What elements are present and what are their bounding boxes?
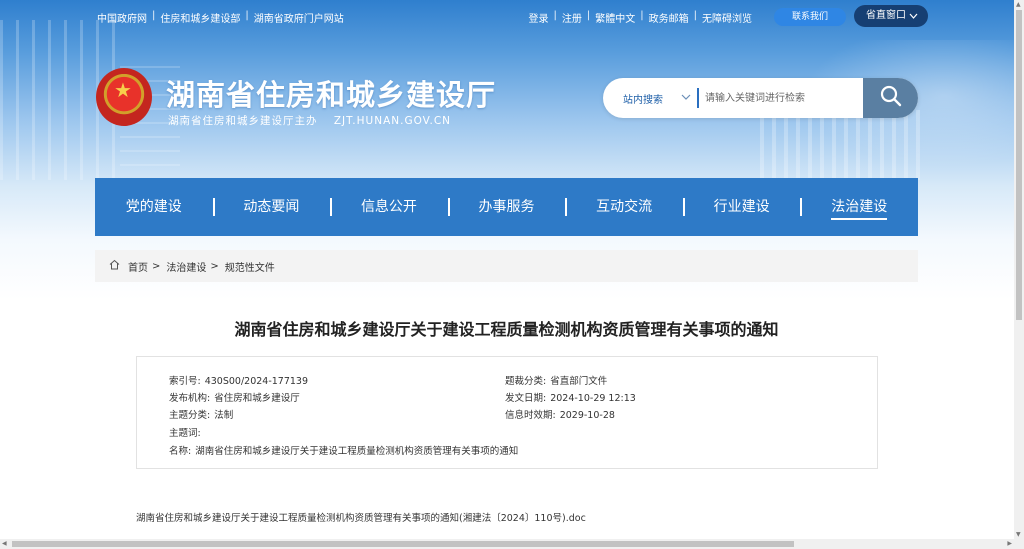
main-nav: 党的建设 动态要闻 信息公开 办事服务 互动交流 行业建设 法治建设 — [95, 178, 918, 236]
search-box: 站内搜索 — [603, 78, 918, 118]
article-title: 湖南省住房和城乡建设厅关于建设工程质量检测机构资质管理有关事项的通知 — [234, 320, 779, 339]
nav-label: 互动交流 — [596, 199, 653, 215]
nav-rule-of-law[interactable]: 法治建设 — [800, 178, 918, 236]
meta-value: 省住房和城乡建设厅 — [214, 393, 300, 404]
breadcrumb-rule-of-law[interactable]: 法治建设 — [166, 259, 206, 274]
login-link[interactable]: 登录 — [529, 10, 549, 25]
scrollbar-thumb[interactable] — [1016, 10, 1022, 320]
search-button[interactable] — [863, 78, 918, 118]
meta-value: 2029-10-28 — [559, 410, 615, 421]
separator: | — [553, 10, 557, 21]
breadcrumb-separator: > — [152, 260, 161, 272]
meta-value: 湖南省住房和城乡建设厅关于建设工程质量检测机构资质管理有关事项的通知 — [195, 446, 519, 457]
nav-services[interactable]: 办事服务 — [447, 178, 566, 236]
nav-label: 办事服务 — [478, 199, 535, 215]
vertical-scrollbar[interactable]: ▲ ▼ — [1014, 0, 1024, 539]
link-hunan-portal[interactable]: 湖南省政府门户网站 — [254, 10, 344, 25]
meta-topic: 主题分类: 法制 — [169, 407, 233, 421]
document-metadata: 索引号: 430S00/2024-177139 题裁分类: 省直部门文件 发布机构:… — [136, 356, 878, 469]
scroll-up-icon[interactable]: ▲ — [1016, 1, 1021, 8]
top-links-left: 中国政府网 | 住房和城乡建设部 | 湖南省政府门户网站 — [97, 10, 344, 25]
scroll-right-icon[interactable]: ▶ — [1007, 540, 1012, 547]
separator: | — [152, 10, 156, 21]
separator: | — [693, 10, 697, 21]
meta-label: 发文日期: — [505, 393, 547, 404]
meta-name: 名称: 湖南省住房和城乡建设厅关于建设工程质量检测机构资质管理有关事项的通知 — [169, 443, 518, 457]
nav-label: 信息公开 — [360, 199, 417, 215]
search-icon — [880, 85, 902, 111]
nav-label: 党的建设 — [125, 199, 182, 215]
meta-index: 索引号: 430S00/2024-177139 — [169, 373, 308, 387]
nav-label: 动态要闻 — [243, 199, 300, 215]
breadcrumb-home[interactable]: 首页 — [128, 259, 148, 274]
separator: | — [640, 10, 644, 21]
chevron-down-icon — [909, 5, 918, 36]
star-icon: ★ — [114, 78, 132, 102]
top-bar: 中国政府网 | 住房和城乡建设部 | 湖南省政府门户网站 登录 | 注册 | 繁… — [97, 5, 928, 28]
separator: | — [586, 10, 591, 21]
separator: | — [245, 10, 249, 21]
meta-value: 省直部门文件 — [550, 376, 608, 387]
search-scope-select[interactable]: 站内搜索 — [623, 91, 691, 106]
search-scope-label: 站内搜索 — [623, 95, 663, 106]
portal-label: 省直窗口 — [866, 10, 906, 21]
meta-value: 2024-10-29 12:13 — [550, 393, 636, 404]
link-gov-cn[interactable]: 中国政府网 — [97, 10, 147, 25]
building-illustration-right — [760, 110, 920, 180]
meta-expiry: 信息时效期: 2029-10-28 — [505, 407, 615, 421]
meta-label: 信息时效期: — [505, 410, 556, 421]
traditional-chinese-link[interactable]: 繁體中文 — [595, 10, 635, 25]
nav-info-disclosure[interactable]: 信息公开 — [330, 178, 448, 236]
meta-date: 发文日期: 2024-10-29 12:13 — [505, 390, 636, 404]
register-link[interactable]: 注册 — [562, 10, 582, 25]
link-mohurd[interactable]: 住房和城乡建设部 — [160, 10, 240, 25]
meta-value: 430S00/2024-177139 — [204, 376, 309, 387]
meta-keywords: 主题词: — [169, 425, 205, 439]
meta-category: 题裁分类: 省直部门文件 — [505, 373, 607, 387]
scroll-down-icon[interactable]: ▼ — [1016, 531, 1021, 538]
meta-label: 主题分类: — [169, 410, 211, 421]
nav-news[interactable]: 动态要闻 — [212, 178, 331, 236]
site-url: ZJT.HUNAN.GOV.CN — [333, 115, 452, 127]
site-subtitle: 湖南省住房和城乡建设厅主办 ZJT.HUNAN.GOV.CN — [168, 113, 451, 128]
provincial-portal-dropdown[interactable]: 省直窗口 — [854, 5, 928, 27]
nav-party-building[interactable]: 党的建设 — [95, 178, 213, 236]
chevron-down-icon — [681, 91, 691, 106]
scroll-left-icon[interactable]: ◀ — [2, 540, 7, 547]
breadcrumb-separator: > — [210, 260, 219, 272]
search-divider — [697, 88, 699, 108]
meta-label: 索引号: — [169, 376, 201, 387]
search-input[interactable] — [705, 78, 863, 118]
meta-label: 题裁分类: — [505, 376, 547, 387]
gov-mail-link[interactable]: 政务邮箱 — [649, 10, 689, 25]
meta-label: 发布机构: — [169, 393, 211, 404]
site-title: 湖南省住房和城乡建设厅 — [166, 78, 497, 112]
meta-label: 主题词: — [169, 428, 201, 439]
meta-label: 名称: — [169, 446, 192, 457]
home-icon — [109, 259, 120, 273]
top-links-right: 登录 | 注册 | 繁體中文 | 政务邮箱 | 无障碍浏览 — [529, 10, 753, 25]
scrollbar-thumb[interactable] — [12, 541, 794, 547]
nav-industry[interactable]: 行业建设 — [682, 178, 801, 236]
horizontal-scrollbar[interactable]: ◀ ▶ — [0, 539, 1024, 549]
meta-value: 法制 — [214, 410, 234, 421]
breadcrumb-normative-docs[interactable]: 规范性文件 — [225, 259, 275, 274]
attachment-link[interactable]: 湖南省住房和城乡建设厅关于建设工程质量检测机构资质管理有关事项的通知(湘建法〔2… — [136, 510, 586, 524]
national-emblem-logo: ★ — [96, 68, 152, 126]
contact-us-button[interactable]: 联系我们 — [774, 8, 846, 26]
sponsor-text: 湖南省住房和城乡建设厅主办 — [168, 115, 318, 127]
breadcrumb: 首页 > 法治建设 > 规范性文件 — [95, 250, 918, 282]
accessibility-link[interactable]: 无障碍浏览 — [702, 10, 752, 25]
nav-label: 行业建设 — [713, 199, 770, 215]
nav-interaction[interactable]: 互动交流 — [565, 178, 683, 236]
nav-label: 法治建设 — [831, 199, 888, 220]
meta-publisher: 发布机构: 省住房和城乡建设厅 — [169, 390, 300, 404]
